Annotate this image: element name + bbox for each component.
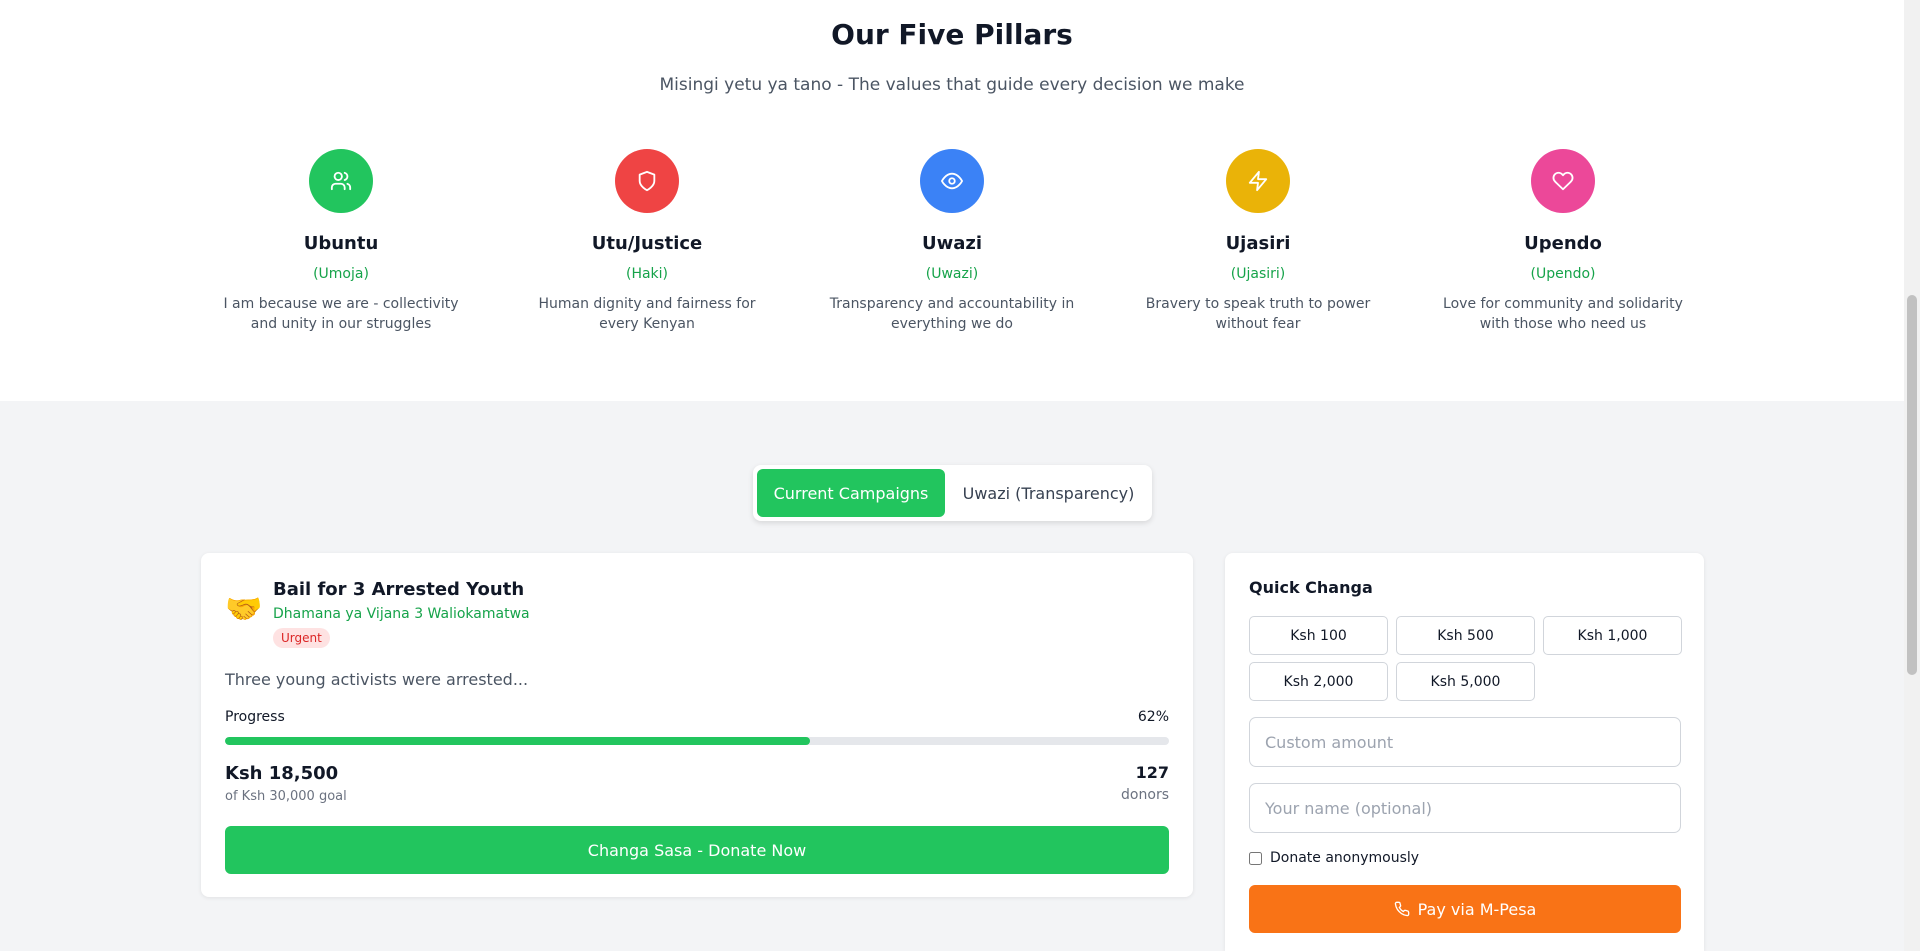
progress-bar [225,737,1169,745]
pillars-subtitle: Misingi yetu ya tano - The values that g… [659,75,1245,95]
quick-changa-card: Quick Changa Ksh 100 Ksh 500 Ksh 1,000 K… [1225,553,1704,951]
campaign-tabs: Current Campaigns Uwazi (Transparency) [753,465,1152,521]
pillars-title: Our Five Pillars [831,18,1073,51]
donor-name-input[interactable] [1249,783,1681,833]
pay-mpesa-label: Pay via M-Pesa [1417,899,1537,919]
pillar-description: Bravery to speak truth to power without … [1145,296,1371,332]
pillar-description: Love for community and solidarity with t… [1443,296,1683,332]
goal-amount: of Ksh 30,000 goal [225,789,347,804]
amount-button-100[interactable]: Ksh 100 [1249,616,1388,655]
pillar-upendo: Upendo (Upendo) Love for community and s… [1438,149,1688,334]
pillar-swahili-name: (Haki) [625,266,669,282]
pillar-ubuntu: Ubuntu (Umoja) I am because we are - col… [216,149,466,334]
pillar-description: I am because we are - collectivity and u… [223,296,459,332]
pillar-name: Upendo [1524,233,1602,254]
pillar-swahili-name: (Uwazi) [925,266,979,282]
pillar-name: Uwazi [921,233,983,254]
campaign-description: Three young activists were arrested... [225,670,529,689]
pillars-section: Our Five Pillars Misingi yetu ya tano - … [0,0,1904,401]
tab-current-campaigns[interactable]: Current Campaigns [757,469,945,517]
anonymous-checkbox[interactable] [1249,851,1262,865]
amount-button-500[interactable]: Ksh 500 [1396,616,1535,655]
shield-icon [615,149,679,213]
pillar-utu-justice: Utu/Justice (Haki) Human dignity and fai… [522,149,772,334]
pillar-name: Utu/Justice [591,233,703,254]
quick-changa-title: Quick Changa [1249,578,1373,597]
pillar-swahili-name: (Ujasiri) [1230,266,1286,282]
raised-amount: Ksh 18,500 [225,763,339,784]
donor-count: 127 [1135,763,1169,782]
tab-transparency[interactable]: Uwazi (Transparency) [949,469,1148,517]
amount-button-5000[interactable]: Ksh 5,000 [1396,662,1535,701]
pillar-uwazi: Uwazi (Uwazi) Transparency and accountab… [827,149,1077,334]
donate-now-button[interactable]: Changa Sasa - Donate Now [225,826,1169,874]
pay-mpesa-button[interactable]: Pay via M-Pesa [1249,885,1681,933]
pillar-description: Transparency and accountability in every… [829,296,1075,332]
pillar-name: Ujasiri [1225,233,1291,254]
campaign-title: Bail for 3 Arrested Youth [273,579,525,600]
page-scrollbar[interactable] [1904,0,1920,951]
users-icon [309,149,373,213]
heart-icon [1531,149,1595,213]
progress-label: Progress [225,709,285,725]
amount-button-2000[interactable]: Ksh 2,000 [1249,662,1388,701]
pillar-description: Human dignity and fairness for every Ken… [538,296,756,332]
progress-percent: 62% [1137,709,1169,725]
pillar-ujasiri: Ujasiri (Ujasiri) Bravery to speak truth… [1133,149,1383,334]
eye-icon [920,149,984,213]
donor-label: donors [1121,787,1169,803]
campaign-subtitle: Dhamana ya Vijana 3 Waliokamatwa [273,606,530,622]
pillar-swahili-name: (Umoja) [313,266,369,282]
handshake-icon: 🤝 [225,592,263,627]
progress-bar-fill [225,737,811,745]
scrollbar-thumb[interactable] [1907,295,1917,675]
lightning-icon [1226,149,1290,213]
phone-icon [1394,901,1409,917]
amount-button-1000[interactable]: Ksh 1,000 [1543,616,1682,655]
anonymous-label: Donate anonymously [1270,850,1420,866]
custom-amount-input[interactable] [1249,717,1681,767]
anonymous-option[interactable]: Donate anonymously [1249,850,1419,866]
pillar-swahili-name: (Upendo) [1530,266,1596,282]
campaign-card: 🤝 Bail for 3 Arrested Youth Dhamana ya V… [201,553,1193,897]
urgent-badge: Urgent [273,628,330,648]
pillar-name: Ubuntu [303,233,379,254]
